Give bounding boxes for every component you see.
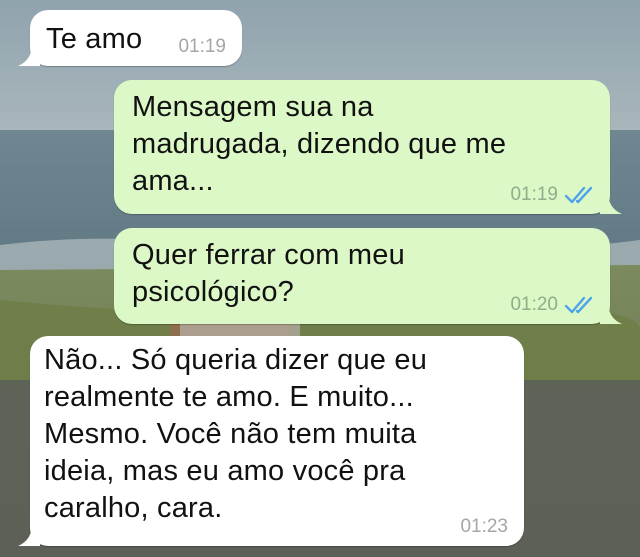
read-double-check-icon — [564, 295, 594, 315]
read-double-check-icon — [564, 185, 594, 205]
message-bubble-incoming[interactable]: Te amo 01:19 — [18, 10, 242, 66]
message-time: 01:19 — [178, 36, 226, 57]
bubble-tail-left — [18, 44, 40, 66]
bubble-tail-left — [18, 524, 40, 546]
message-text: Não... Só queria dizer que eu realmente … — [44, 344, 428, 524]
message-time: 01:19 — [510, 184, 558, 205]
bubble-tail-right — [600, 192, 622, 214]
message-time: 01:23 — [460, 516, 508, 537]
bubble-tail-right — [600, 302, 622, 324]
message-bubble-outgoing[interactable]: Mensagem sua na madrugada, dizendo que m… — [114, 80, 622, 214]
message-bubble-outgoing[interactable]: Quer ferrar com meu psicológico? 01:20 — [114, 228, 622, 324]
message-time: 01:20 — [510, 294, 558, 315]
message-bubble-incoming[interactable]: Não... Só queria dizer que eu realmente … — [18, 336, 524, 546]
